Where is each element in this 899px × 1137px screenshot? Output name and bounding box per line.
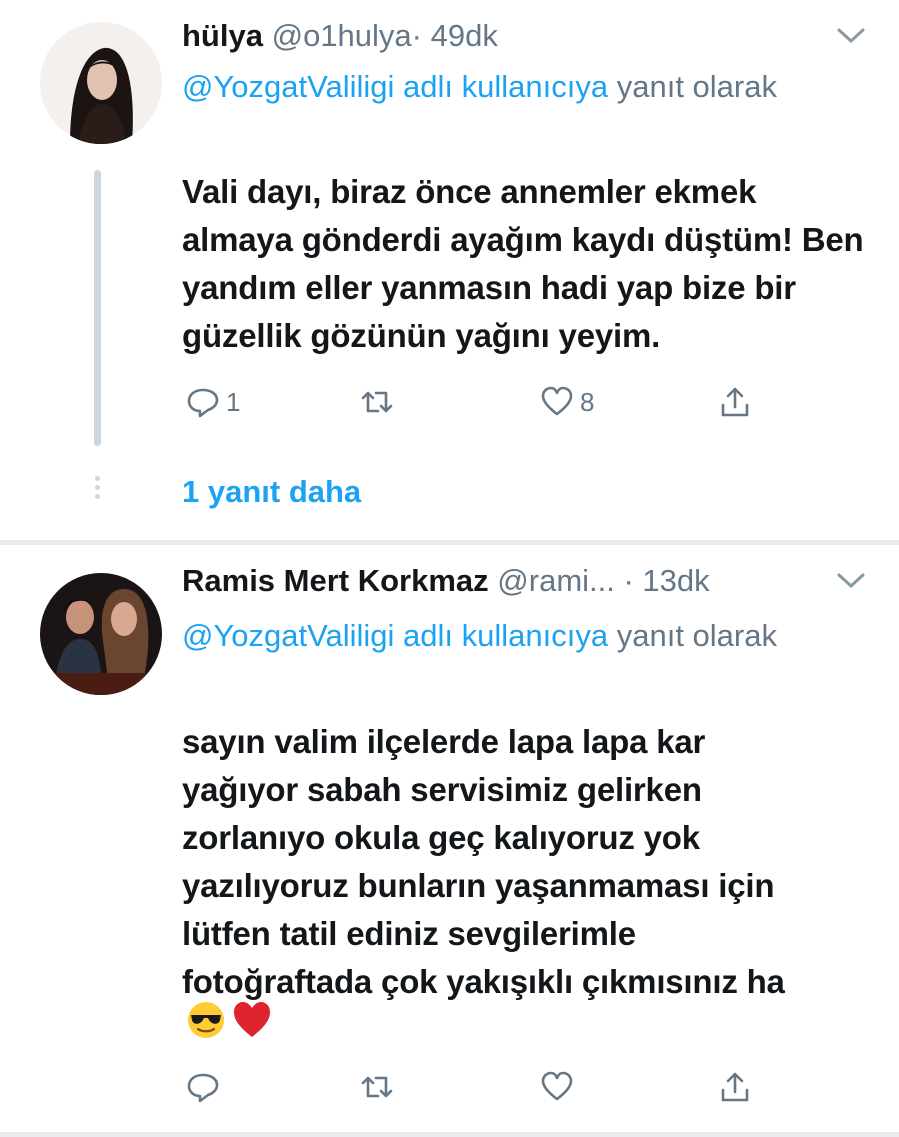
like-button[interactable]: 8 bbox=[540, 380, 594, 424]
sunglasses-emoji bbox=[186, 1000, 226, 1040]
tweet-line-3: zorlanıyo okula geç kalıyoruz yok bbox=[182, 819, 700, 856]
avatar-hulya[interactable] bbox=[40, 22, 162, 144]
reply-to-link[interactable]: @YozgatValiligi adlı kullanıcıya bbox=[182, 69, 608, 104]
red-heart-emoji bbox=[232, 1000, 272, 1040]
tweet-actions bbox=[182, 1065, 782, 1109]
more-replies-link[interactable]: 1 yanıt daha bbox=[182, 474, 361, 510]
share-icon bbox=[721, 1072, 749, 1102]
display-name[interactable]: hülya bbox=[182, 18, 263, 53]
tweet-body: Vali dayı, biraz önce annemler ekmek alm… bbox=[182, 168, 872, 360]
tweet-line-5: lütfen tatil ediniz sevgilerimle bbox=[182, 915, 636, 952]
reply-count: 1 bbox=[226, 386, 241, 417]
reply-icon bbox=[187, 1073, 219, 1103]
tweet-line-1: sayın valim ilçelerde lapa lapa kar bbox=[182, 723, 706, 760]
reply-to-suffix: yanıt olarak bbox=[608, 69, 777, 104]
chevron-down-icon[interactable] bbox=[836, 571, 866, 591]
reply-button[interactable]: 1 bbox=[186, 380, 240, 424]
like-icon bbox=[541, 1071, 573, 1101]
tweet-line-4: yazılıyoruz bunların yaşanmaması için bbox=[182, 867, 775, 904]
reply-context: @YozgatValiligi adlı kullanıcıya yanıt o… bbox=[182, 62, 862, 112]
tweet-line-2: yağıyor sabah servisimiz gelirken bbox=[182, 771, 702, 808]
share-icon bbox=[721, 387, 749, 417]
reply-context: @YozgatValiligi adlı kullanıcıya yanıt o… bbox=[182, 611, 862, 661]
reply-to-suffix: yanıt olarak bbox=[608, 618, 777, 653]
retweet-button[interactable] bbox=[360, 1065, 394, 1109]
like-button[interactable] bbox=[540, 1065, 574, 1109]
user-handle[interactable]: @o1hulya bbox=[272, 18, 412, 53]
tweet-actions: 1 8 bbox=[182, 380, 782, 424]
share-button[interactable] bbox=[718, 1065, 752, 1109]
avatar-ramis[interactable] bbox=[40, 573, 162, 695]
retweet-icon bbox=[361, 391, 393, 413]
tweet-header: hülya @o1hulya· 49dk bbox=[182, 16, 498, 56]
chevron-down-icon[interactable] bbox=[836, 26, 866, 46]
tweet-2[interactable]: Ramis Mert Korkmaz @rami... · 13dk @Yozg… bbox=[0, 545, 899, 1137]
emoji-row bbox=[186, 1000, 272, 1042]
tweet-time[interactable]: · 49dk bbox=[412, 18, 498, 53]
retweet-button[interactable] bbox=[360, 380, 394, 424]
tweet-line-6: fotoğraftada çok yakışıklı çıkmısınız ha bbox=[182, 963, 785, 1000]
bottom-divider bbox=[0, 1132, 899, 1137]
tweet-header: Ramis Mert Korkmaz @rami... · 13dk bbox=[182, 561, 710, 601]
like-icon bbox=[541, 386, 573, 416]
reply-button[interactable] bbox=[186, 1065, 220, 1109]
thread-dots bbox=[95, 476, 100, 503]
like-count: 8 bbox=[580, 386, 595, 417]
tweet-text: Vali dayı, biraz önce annemler ekmek alm… bbox=[182, 173, 864, 354]
tweet-time[interactable]: · 13dk bbox=[624, 563, 710, 598]
thread-line bbox=[94, 170, 101, 446]
tweet-body: sayın valim ilçelerde lapa lapa kar yağı… bbox=[182, 718, 872, 1006]
reply-to-link[interactable]: @YozgatValiligi adlı kullanıcıya bbox=[182, 618, 608, 653]
reply-icon bbox=[187, 388, 219, 418]
user-handle[interactable]: @rami... bbox=[497, 563, 615, 598]
tweet-1[interactable]: hülya @o1hulya· 49dk @YozgatValiligi adl… bbox=[0, 0, 899, 540]
retweet-icon bbox=[361, 1076, 393, 1098]
share-button[interactable] bbox=[718, 380, 752, 424]
display-name[interactable]: Ramis Mert Korkmaz bbox=[182, 563, 489, 598]
